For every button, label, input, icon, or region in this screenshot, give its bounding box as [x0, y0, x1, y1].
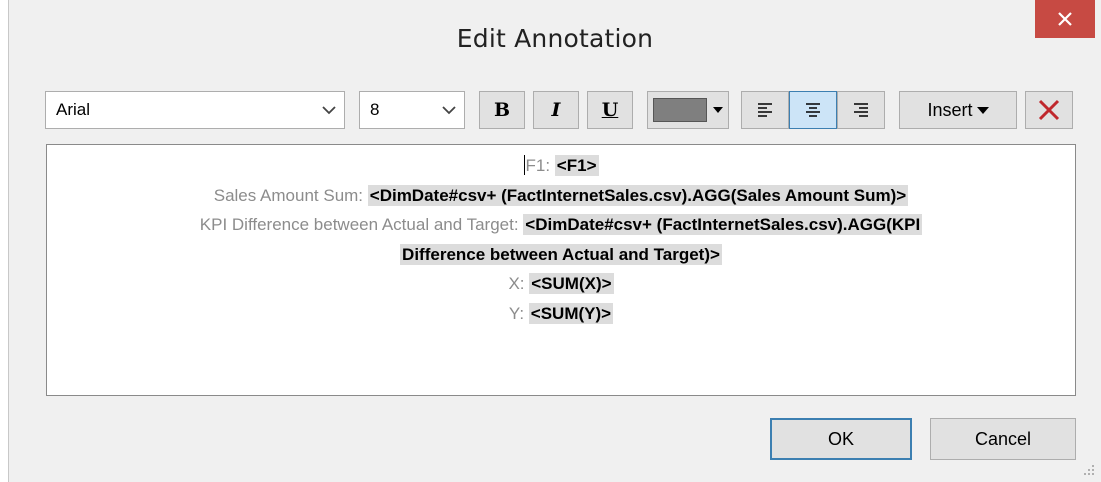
align-center-button[interactable]	[789, 91, 837, 129]
red-x-icon	[1038, 99, 1060, 121]
annotation-line: X: <SUM(X)>	[47, 269, 1075, 299]
line-label: F1:	[525, 156, 555, 175]
annotation-editor[interactable]: F1: <F1> Sales Amount Sum: <DimDate#csv+…	[46, 144, 1076, 396]
field-token[interactable]: <SUM(Y)>	[528, 302, 614, 324]
bold-button[interactable]: B	[479, 91, 525, 129]
color-swatch	[653, 98, 707, 122]
ok-button[interactable]: OK	[770, 418, 912, 460]
field-token[interactable]: <DimDate#csv+ (FactInternetSales.csv).AG…	[367, 184, 909, 206]
annotation-line: Sales Amount Sum: <DimDate#csv+ (FactInt…	[47, 181, 1075, 211]
dialog-title: Edit Annotation	[456, 24, 654, 53]
dropdown-arrow-icon	[713, 107, 723, 113]
align-left-button[interactable]	[741, 91, 789, 129]
close-button[interactable]	[1035, 0, 1095, 38]
field-token[interactable]: Difference between Actual and Target)>	[400, 243, 722, 265]
text-caret	[523, 155, 525, 175]
line-label: X:	[508, 274, 530, 293]
field-token[interactable]: <DimDate#csv+ (FactInternetSales.csv).AG…	[523, 214, 923, 235]
align-right-icon	[854, 103, 868, 117]
insert-label: Insert	[927, 99, 973, 120]
font-family-value: Arial	[56, 100, 91, 119]
clear-button[interactable]	[1025, 91, 1073, 129]
annotation-line: F1: <F1>	[47, 151, 1075, 181]
align-right-button[interactable]	[837, 91, 885, 129]
field-token[interactable]: <SUM(X)>	[529, 273, 614, 294]
close-icon	[1058, 12, 1072, 26]
line-label: Sales Amount Sum:	[213, 185, 368, 205]
title-bar[interactable]: Edit Annotation	[9, 0, 1101, 76]
dropdown-arrow-icon	[976, 106, 989, 114]
format-toolbar: Arial 8 B I U Insert	[9, 91, 1101, 131]
font-size-value: 8	[370, 100, 380, 119]
font-size-dropdown[interactable]: 8	[359, 91, 465, 129]
chevron-down-icon	[434, 105, 464, 115]
annotation-line: KPI Difference between Actual and Target…	[47, 210, 1075, 240]
line-label: Y:	[508, 303, 529, 323]
annotation-line: Y: <SUM(Y)>	[47, 299, 1075, 329]
edit-annotation-dialog: Edit Annotation Arial 8 B I U Insert F1:…	[8, 0, 1101, 482]
annotation-line: Difference between Actual and Target)>	[47, 240, 1075, 270]
align-center-icon	[806, 103, 820, 117]
text-color-picker[interactable]	[647, 91, 729, 129]
field-token[interactable]: <F1>	[554, 155, 599, 176]
chevron-down-icon	[314, 105, 344, 115]
align-left-icon	[758, 103, 772, 117]
cancel-button[interactable]: Cancel	[930, 418, 1076, 460]
underline-button[interactable]: U	[587, 91, 633, 129]
font-family-dropdown[interactable]: Arial	[45, 91, 345, 129]
italic-button[interactable]: I	[533, 91, 579, 129]
insert-button[interactable]: Insert	[899, 91, 1017, 129]
resize-grip-icon[interactable]	[1081, 462, 1095, 476]
line-label: KPI Difference between Actual and Target…	[199, 215, 524, 234]
